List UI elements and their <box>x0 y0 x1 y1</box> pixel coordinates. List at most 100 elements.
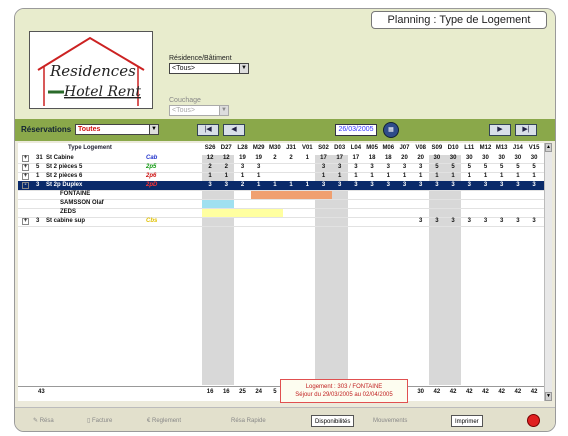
availability-cell[interactable]: 3 <box>477 182 493 188</box>
availability-cell[interactable]: 1 <box>299 182 315 188</box>
availability-cell[interactable]: 3 <box>445 218 461 224</box>
availability-cell[interactable]: 5 <box>494 164 510 170</box>
availability-cell[interactable]: 3 <box>396 164 412 170</box>
type-name[interactable]: St 2 pièces 6 <box>46 173 82 179</box>
availability-cell[interactable]: 1 <box>461 173 477 179</box>
availability-cell[interactable]: 1 <box>445 173 461 179</box>
availability-cell[interactable]: 3 <box>364 164 380 170</box>
availability-cell[interactable]: 3 <box>461 182 477 188</box>
imprimer-button[interactable]: Imprimer <box>451 415 483 427</box>
availability-cell[interactable]: 5 <box>429 164 445 170</box>
resa-rapide-button[interactable]: Résa Rapide <box>231 415 266 427</box>
availability-cell[interactable]: 3 <box>202 182 218 188</box>
chevron-down-icon[interactable]: ▼ <box>239 64 248 73</box>
availability-cell[interactable]: 1 <box>283 182 299 188</box>
availability-cell[interactable]: 2 <box>234 182 250 188</box>
expand-icon[interactable]: + <box>22 218 29 225</box>
availability-cell[interactable]: 18 <box>380 155 396 161</box>
availability-cell[interactable]: 30 <box>494 155 510 161</box>
availability-cell[interactable]: 3 <box>413 182 429 188</box>
availability-cell[interactable]: 1 <box>364 173 380 179</box>
availability-cell[interactable]: 17 <box>315 155 331 161</box>
availability-cell[interactable]: 3 <box>477 218 493 224</box>
type-name[interactable]: St cabine sup <box>46 218 85 224</box>
availability-cell[interactable]: 1 <box>251 182 267 188</box>
availability-cell[interactable]: 1 <box>202 173 218 179</box>
occupant-name[interactable]: FONTAINE <box>60 191 90 197</box>
availability-cell[interactable]: 3 <box>380 164 396 170</box>
availability-cell[interactable]: 1 <box>494 173 510 179</box>
availability-cell[interactable]: 19 <box>234 155 250 161</box>
vertical-scrollbar[interactable]: ▲ ▼ <box>544 143 552 401</box>
availability-cell[interactable]: 20 <box>396 155 412 161</box>
availability-cell[interactable]: 1 <box>348 173 364 179</box>
availability-cell[interactable]: 5 <box>461 164 477 170</box>
availability-cell[interactable]: 3 <box>348 164 364 170</box>
availability-cell[interactable]: 17 <box>348 155 364 161</box>
availability-cell[interactable]: 5 <box>526 164 542 170</box>
availability-cell[interactable]: 12 <box>202 155 218 161</box>
availability-cell[interactable]: 1 <box>251 173 267 179</box>
availability-cell[interactable]: 1 <box>234 173 250 179</box>
reservation-bar[interactable] <box>202 200 235 208</box>
building-select[interactable]: <Tous> ▼ <box>169 63 249 74</box>
availability-cell[interactable]: 3 <box>429 182 445 188</box>
occupant-name[interactable]: ZEDS <box>60 209 76 215</box>
availability-cell[interactable]: 3 <box>396 182 412 188</box>
availability-cell[interactable]: 3 <box>380 182 396 188</box>
availability-cell[interactable]: 3 <box>413 164 429 170</box>
availability-cell[interactable]: 3 <box>510 218 526 224</box>
scroll-up-icon[interactable]: ▲ <box>545 143 552 152</box>
availability-cell[interactable]: 1 <box>429 173 445 179</box>
scroll-down-icon[interactable]: ▼ <box>545 392 552 401</box>
next-page-button[interactable]: ▶ <box>489 124 511 136</box>
availability-cell[interactable]: 3 <box>348 182 364 188</box>
availability-cell[interactable]: 5 <box>510 164 526 170</box>
mouvements-button[interactable]: Mouvements <box>373 415 407 427</box>
availability-cell[interactable]: 3 <box>234 164 250 170</box>
availability-cell[interactable]: 1 <box>218 173 234 179</box>
availability-cell[interactable]: 30 <box>526 155 542 161</box>
availability-cell[interactable]: 3 <box>526 218 542 224</box>
availability-cell[interactable]: 1 <box>396 173 412 179</box>
availability-cell[interactable]: 5 <box>477 164 493 170</box>
availability-cell[interactable]: 3 <box>332 164 348 170</box>
availability-cell[interactable]: 3 <box>494 182 510 188</box>
availability-cell[interactable]: 30 <box>445 155 461 161</box>
availability-cell[interactable]: 2 <box>267 155 283 161</box>
availability-cell[interactable]: 1 <box>477 173 493 179</box>
availability-cell[interactable]: 1 <box>380 173 396 179</box>
availability-cell[interactable]: 1 <box>510 173 526 179</box>
reservation-bar[interactable] <box>250 191 332 199</box>
availability-cell[interactable]: 30 <box>477 155 493 161</box>
calendar-icon[interactable]: ▦ <box>383 122 399 138</box>
availability-cell[interactable]: 1 <box>413 173 429 179</box>
date-field[interactable]: 26/03/2005 <box>335 124 377 136</box>
availability-cell[interactable]: 12 <box>218 155 234 161</box>
reglement-button[interactable]: € Reglement <box>147 415 181 427</box>
availability-cell[interactable]: 3 <box>332 182 348 188</box>
last-page-button[interactable]: ▶| <box>515 124 537 136</box>
disponibilites-button[interactable]: Disponibilités <box>311 415 355 427</box>
chevron-down-icon[interactable]: ▼ <box>149 125 158 134</box>
availability-cell[interactable]: 3 <box>526 182 542 188</box>
availability-cell[interactable]: 3 <box>315 182 331 188</box>
type-name[interactable]: St 2p Duplex <box>46 182 82 188</box>
availability-cell[interactable]: 30 <box>461 155 477 161</box>
chevron-down-icon[interactable]: ▼ <box>219 106 228 115</box>
resa-button[interactable]: ✎ Résa <box>33 415 54 427</box>
availability-cell[interactable]: 30 <box>510 155 526 161</box>
availability-cell[interactable]: 20 <box>413 155 429 161</box>
expand-icon[interactable]: + <box>22 173 29 180</box>
facture-button[interactable]: ▯ Facture <box>87 415 112 427</box>
availability-cell[interactable]: 3 <box>429 218 445 224</box>
exit-icon[interactable] <box>527 414 540 427</box>
type-name[interactable]: St Cabine <box>46 155 74 161</box>
availability-cell[interactable]: 2 <box>202 164 218 170</box>
availability-cell[interactable]: 1 <box>526 173 542 179</box>
reservation-bar[interactable] <box>202 209 283 217</box>
availability-cell[interactable]: 3 <box>218 182 234 188</box>
availability-cell[interactable]: 2 <box>218 164 234 170</box>
type-name[interactable]: St 2 pièces 5 <box>46 164 82 170</box>
availability-cell[interactable]: 3 <box>251 164 267 170</box>
